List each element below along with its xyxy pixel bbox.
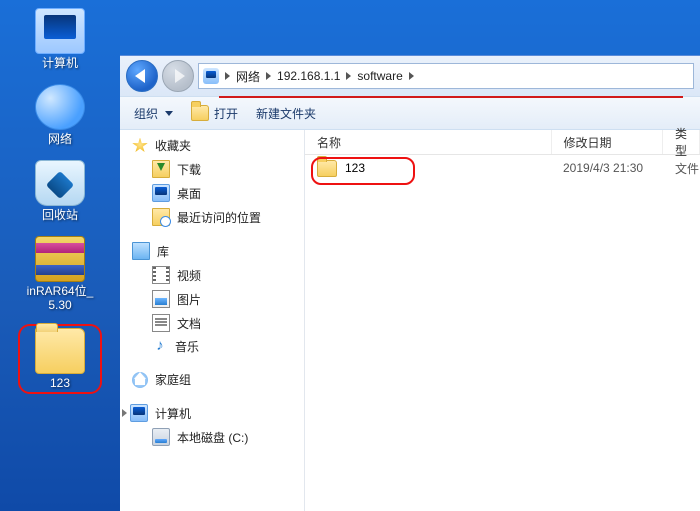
chevron-right-icon	[266, 72, 271, 80]
sidebar-item-label: 音乐	[175, 338, 199, 355]
explorer-toolbar: 组织 打开 新建文件夹	[120, 96, 700, 130]
column-header-name[interactable]: 名称	[305, 130, 552, 154]
document-icon	[152, 314, 170, 332]
breadcrumb-segment[interactable]: 网络	[236, 68, 260, 85]
sidebar-item-label: 桌面	[177, 185, 201, 202]
sidebar-item-label: 文档	[177, 315, 201, 332]
column-headers: 名称 修改日期 类型	[305, 130, 700, 155]
column-header-date[interactable]: 修改日期	[552, 130, 663, 154]
toolbar-open-label: 打开	[214, 105, 238, 122]
sidebar-title-libraries[interactable]: 库	[130, 239, 300, 263]
desktop-icon-label: 网络	[22, 132, 98, 146]
sidebar-item-label: 下载	[177, 161, 201, 178]
toolbar-open[interactable]: 打开	[191, 105, 238, 122]
sidebar-title-label: 收藏夹	[155, 137, 191, 154]
desktop-icon-winrar[interactable]: inRAR64位_5.30	[22, 234, 98, 314]
breadcrumb: 网络 192.168.1.1 software	[225, 68, 414, 85]
desktop-icon-folder-123[interactable]: 123	[18, 324, 102, 394]
desktop-icon-computer[interactable]: 计算机	[22, 6, 98, 72]
library-icon	[132, 242, 150, 260]
sidebar-item-downloads[interactable]: 下载	[130, 157, 300, 181]
breadcrumb-segment[interactable]: 192.168.1.1	[277, 69, 340, 83]
explorer-body: 收藏夹 下载 桌面 最近访问的位置 库	[120, 130, 700, 511]
toolbar-organize[interactable]: 组织	[134, 105, 173, 122]
download-icon	[152, 160, 170, 178]
explorer-navbar: 网络 192.168.1.1 software	[120, 56, 700, 96]
sidebar-item-label: 图片	[177, 291, 201, 308]
sidebar-title-label: 家庭组	[155, 371, 191, 388]
file-cell-type: 文件	[671, 160, 700, 177]
network-icon	[35, 84, 85, 130]
address-bar[interactable]: 网络 192.168.1.1 software	[198, 63, 694, 89]
sidebar-item-label: 本地磁盘 (C:)	[177, 429, 248, 446]
sidebar-item-videos[interactable]: 视频	[130, 263, 300, 287]
desktop-icon	[152, 184, 170, 202]
folder-icon	[35, 328, 85, 374]
sidebar-group-libraries: 库 视频 图片 文档 音乐	[130, 239, 300, 358]
music-icon	[152, 339, 168, 355]
computer-icon	[130, 404, 148, 422]
arrow-right-icon	[175, 69, 185, 83]
desktop-icon-label: inRAR64位_5.30	[22, 284, 98, 312]
sidebar-title-computer[interactable]: 计算机	[130, 401, 300, 425]
desktop-icon-network[interactable]: 网络	[22, 82, 98, 148]
nav-back-button[interactable]	[126, 60, 158, 92]
sidebar-item-recent[interactable]: 最近访问的位置	[130, 205, 300, 229]
sidebar-item-desktop[interactable]: 桌面	[130, 181, 300, 205]
navigation-pane: 收藏夹 下载 桌面 最近访问的位置 库	[120, 130, 305, 511]
folder-open-icon	[191, 105, 209, 121]
chevron-right-icon	[409, 72, 414, 80]
nav-forward-button[interactable]	[162, 60, 194, 92]
column-header-label: 修改日期	[564, 134, 612, 151]
annotation-underline	[219, 96, 683, 98]
desktop-icon-recycle-bin[interactable]: 回收站	[22, 158, 98, 224]
sidebar-item-label: 最近访问的位置	[177, 209, 261, 226]
desktop: 计算机 网络 回收站 inRAR64位_5.30 123	[0, 0, 120, 511]
desktop-icon-label: 计算机	[22, 56, 98, 70]
toolbar-new-folder[interactable]: 新建文件夹	[256, 105, 316, 122]
file-name-label: 123	[345, 161, 365, 175]
recycle-bin-icon	[35, 160, 85, 206]
sidebar-item-pictures[interactable]: 图片	[130, 287, 300, 311]
chevron-right-icon	[346, 72, 351, 80]
toolbar-new-folder-label: 新建文件夹	[256, 105, 316, 122]
arrow-left-icon	[135, 69, 145, 83]
chevron-right-icon	[122, 409, 127, 417]
sidebar-title-homegroup[interactable]: 家庭组	[130, 368, 300, 391]
recent-places-icon	[152, 208, 170, 226]
toolbar-organize-label: 组织	[134, 105, 158, 122]
winrar-icon	[35, 236, 85, 282]
breadcrumb-segment[interactable]: software	[357, 69, 402, 83]
explorer-window: 网络 192.168.1.1 software 组织 打开 新建文件夹	[120, 55, 700, 511]
sidebar-item-local-disk-c[interactable]: 本地磁盘 (C:)	[130, 425, 300, 449]
column-header-label: 名称	[317, 134, 341, 151]
sidebar-item-music[interactable]: 音乐	[130, 335, 300, 358]
sidebar-item-label: 视频	[177, 267, 201, 284]
file-cell-date: 2019/4/3 21:30	[563, 161, 671, 175]
star-icon	[132, 138, 148, 154]
computer-icon	[35, 8, 85, 54]
video-icon	[152, 266, 170, 284]
desktop-icon-label: 123	[22, 376, 98, 390]
file-row-folder-123[interactable]: 123 2019/4/3 21:30 文件	[305, 155, 700, 181]
sidebar-item-documents[interactable]: 文档	[130, 311, 300, 335]
sidebar-group-homegroup: 家庭组	[130, 368, 300, 391]
folder-icon	[317, 160, 337, 177]
picture-icon	[152, 290, 170, 308]
sidebar-title-favorites[interactable]: 收藏夹	[130, 134, 300, 157]
column-header-label: 类型	[675, 125, 687, 159]
sidebar-group-computer: 计算机 本地磁盘 (C:)	[130, 401, 300, 449]
file-list-pane: 名称 修改日期 类型 123 2019/4/3 21:30 文件	[305, 130, 700, 511]
sidebar-group-favorites: 收藏夹 下载 桌面 最近访问的位置	[130, 134, 300, 229]
chevron-right-icon	[225, 72, 230, 80]
file-cell-name: 123	[305, 160, 563, 177]
chevron-down-icon	[165, 111, 173, 116]
sidebar-title-label: 计算机	[155, 405, 191, 422]
disk-icon	[152, 428, 170, 446]
location-icon	[203, 68, 219, 84]
homegroup-icon	[132, 372, 148, 388]
column-header-type[interactable]: 类型	[663, 130, 700, 154]
desktop-icon-label: 回收站	[22, 208, 98, 222]
sidebar-title-label: 库	[157, 243, 169, 260]
